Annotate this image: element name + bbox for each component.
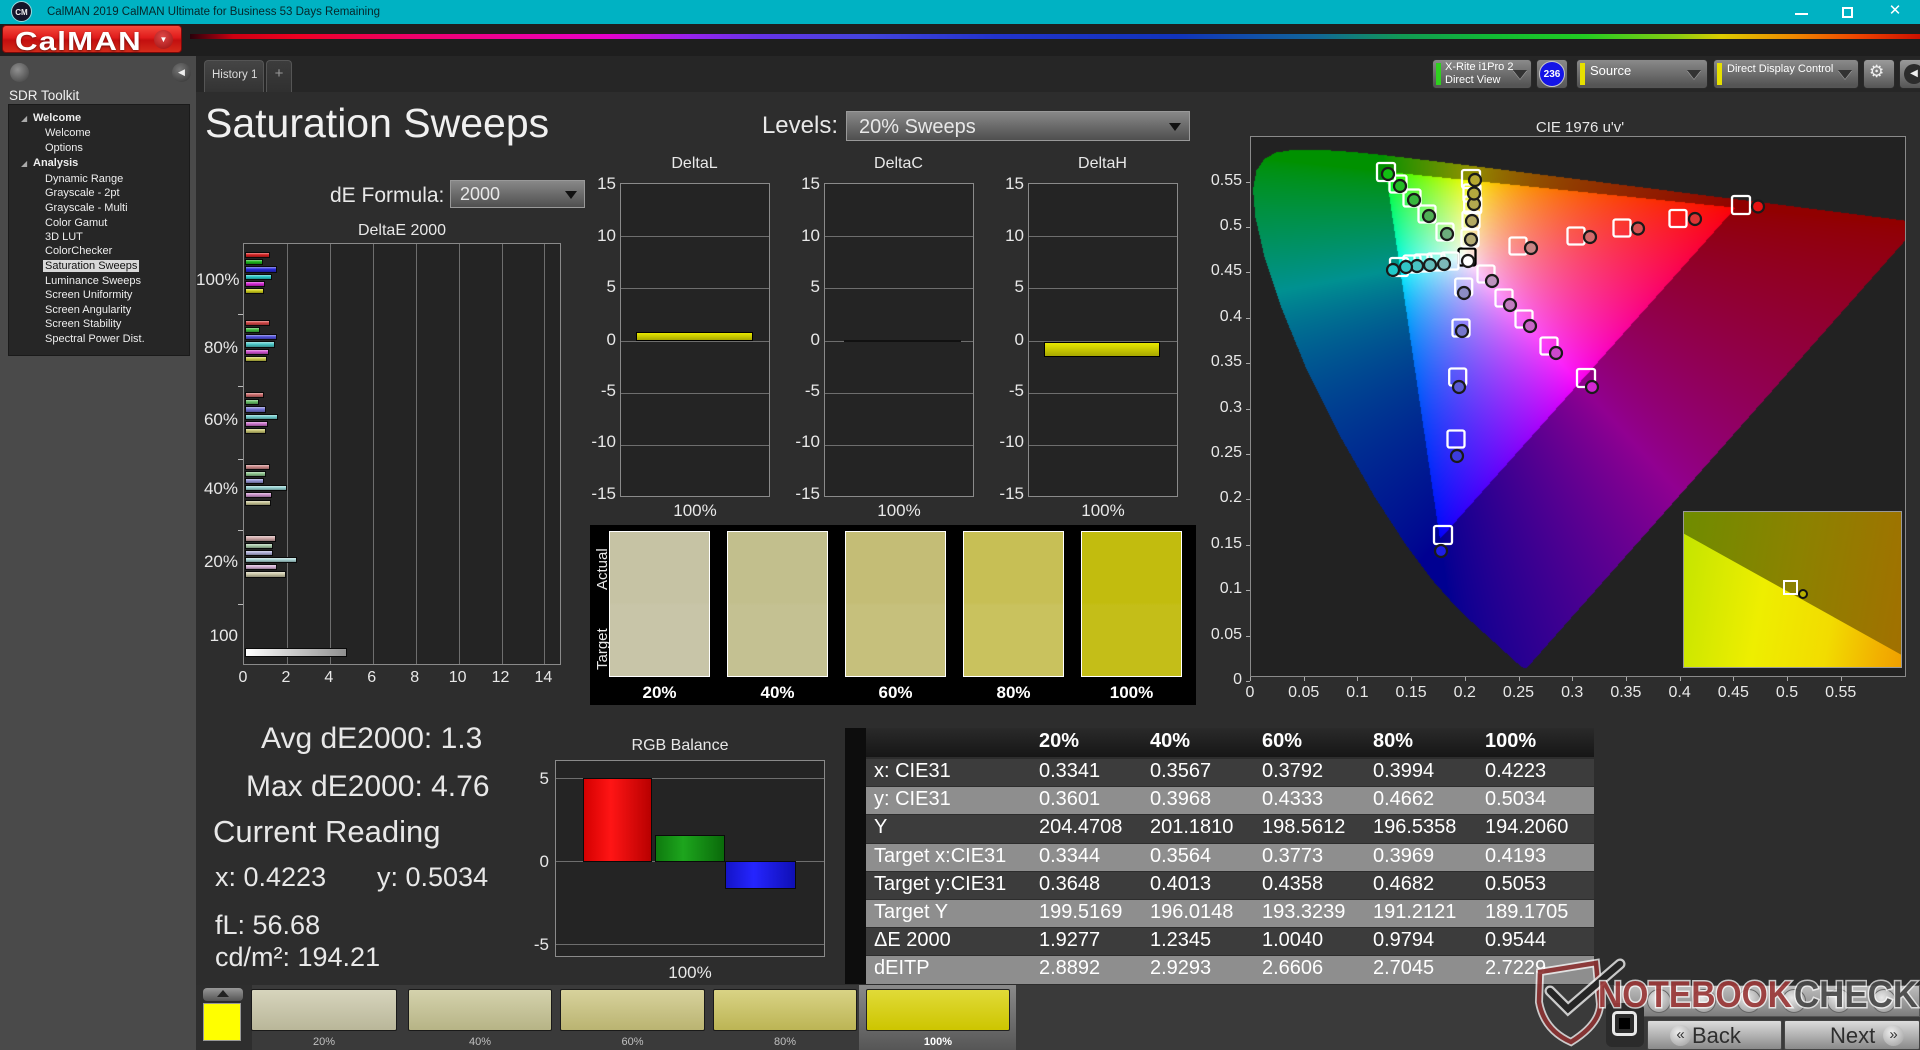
svg-text:NOTEBOOK: NOTEBOOK xyxy=(1598,974,1792,1015)
svg-text:CHECK: CHECK xyxy=(1794,974,1918,1015)
